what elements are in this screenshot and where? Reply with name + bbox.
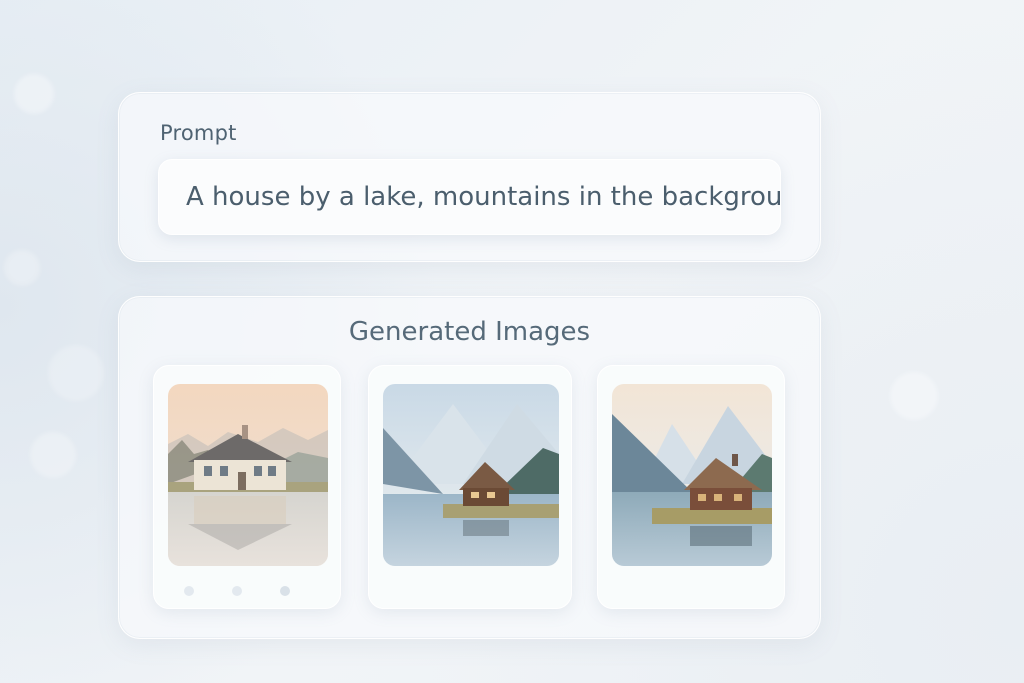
prompt-input[interactable]: A house by a lake, mountains in the back… xyxy=(158,159,781,235)
carousel-dot[interactable] xyxy=(280,586,290,596)
carousel-dot[interactable] xyxy=(232,586,242,596)
generated-images-panel: Generated Images xyxy=(118,296,821,639)
prompt-panel: Prompt A house by a lake, mountains in t… xyxy=(118,92,821,262)
background-bokeh xyxy=(890,372,938,420)
carousel-dot[interactable] xyxy=(184,586,194,596)
background-bokeh xyxy=(14,74,54,114)
prompt-input-value: A house by a lake, mountains in the back… xyxy=(186,182,781,212)
prompt-label: Prompt xyxy=(160,121,237,145)
image-card-1[interactable] xyxy=(153,365,341,609)
house-lake-image[interactable] xyxy=(168,384,328,566)
background-bokeh xyxy=(4,250,40,286)
cabin-peaks-image[interactable] xyxy=(612,384,772,566)
image-card-3[interactable] xyxy=(597,365,785,609)
cabin-mountains-image[interactable] xyxy=(383,384,559,566)
gallery-title: Generated Images xyxy=(348,317,591,347)
image-card-2[interactable] xyxy=(368,365,572,609)
carousel-dots xyxy=(184,586,290,596)
background-bokeh xyxy=(30,432,76,478)
background-bokeh xyxy=(48,345,104,401)
